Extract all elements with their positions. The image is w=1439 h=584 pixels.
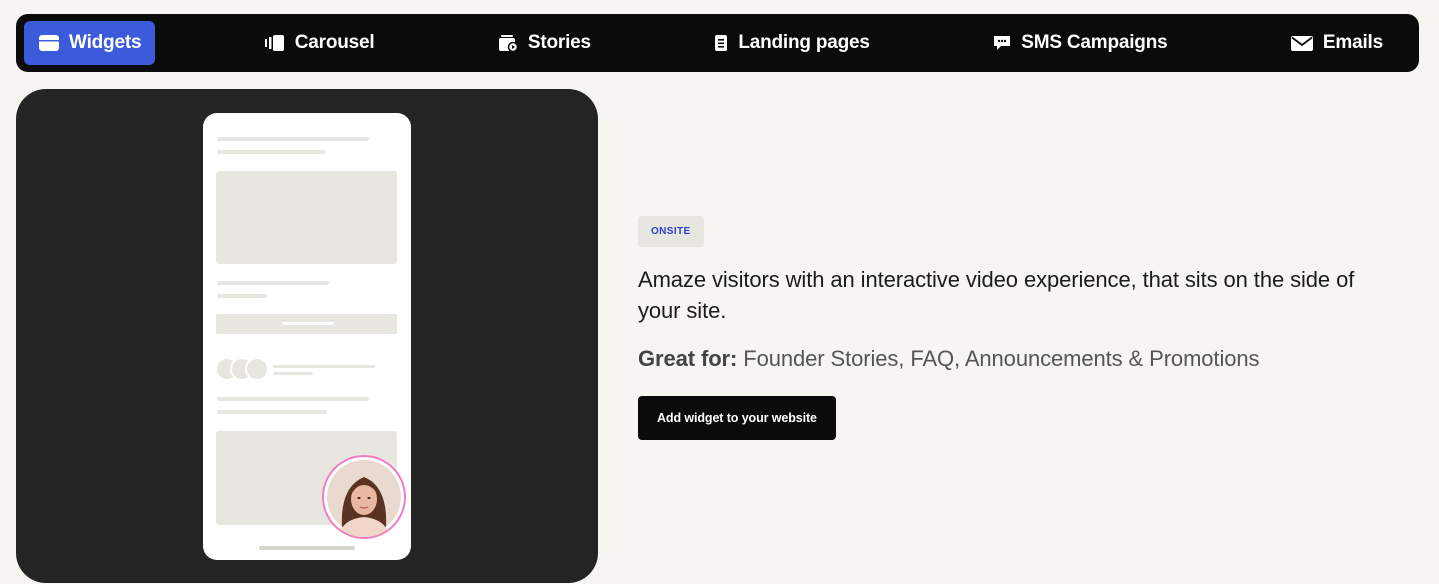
widget-description: ONSITE Amaze visitors with an interactiv… <box>638 216 1398 440</box>
great-for-label: Great for: <box>638 346 738 371</box>
placeholder-line <box>217 150 325 154</box>
great-for-value: Founder Stories, FAQ, Announcements & Pr… <box>743 346 1260 371</box>
browser-window-icon <box>38 34 60 52</box>
document-icon <box>713 34 729 52</box>
product-nav: Widgets Carousel Stories Landing pages S… <box>16 14 1419 72</box>
placeholder-line <box>217 137 369 141</box>
placeholder-line <box>273 365 375 368</box>
tab-carousel[interactable]: Carousel <box>250 21 389 65</box>
envelope-icon <box>1290 34 1314 52</box>
tab-sms-campaigns[interactable]: SMS Campaigns <box>978 21 1181 65</box>
stories-icon <box>497 34 519 52</box>
placeholder-line <box>217 397 369 401</box>
placeholder-button <box>216 314 397 334</box>
headline: Amaze visitors with an interactive video… <box>638 267 1355 323</box>
home-indicator <box>259 546 355 550</box>
tab-label: Emails <box>1322 32 1383 53</box>
tab-label: SMS Campaigns <box>1021 32 1168 53</box>
placeholder-line <box>217 281 329 285</box>
category-badge: ONSITE <box>638 216 704 247</box>
placeholder-block <box>216 171 397 264</box>
tab-emails[interactable]: Emails <box>1276 21 1397 65</box>
chat-bubble-icon <box>992 34 1012 52</box>
add-widget-button[interactable]: Add widget to your website <box>638 396 836 440</box>
tab-label: Landing pages <box>738 32 870 53</box>
widget-preview-panel <box>16 89 598 583</box>
placeholder-line <box>273 372 313 375</box>
tab-label: Stories <box>527 32 591 53</box>
tab-widgets[interactable]: Widgets <box>24 21 156 65</box>
tab-landing-pages[interactable]: Landing pages <box>699 21 883 65</box>
tab-stories[interactable]: Stories <box>483 21 605 65</box>
great-for: Great for: Founder Stories, FAQ, Announc… <box>638 346 1398 372</box>
placeholder-line <box>217 410 327 414</box>
placeholder-circle <box>247 359 267 379</box>
tab-label: Widgets <box>69 32 142 53</box>
placeholder-line <box>217 294 267 298</box>
tab-label: Carousel <box>294 32 375 53</box>
video-widget-avatar[interactable] <box>324 457 404 537</box>
carousel-icon <box>264 34 286 52</box>
